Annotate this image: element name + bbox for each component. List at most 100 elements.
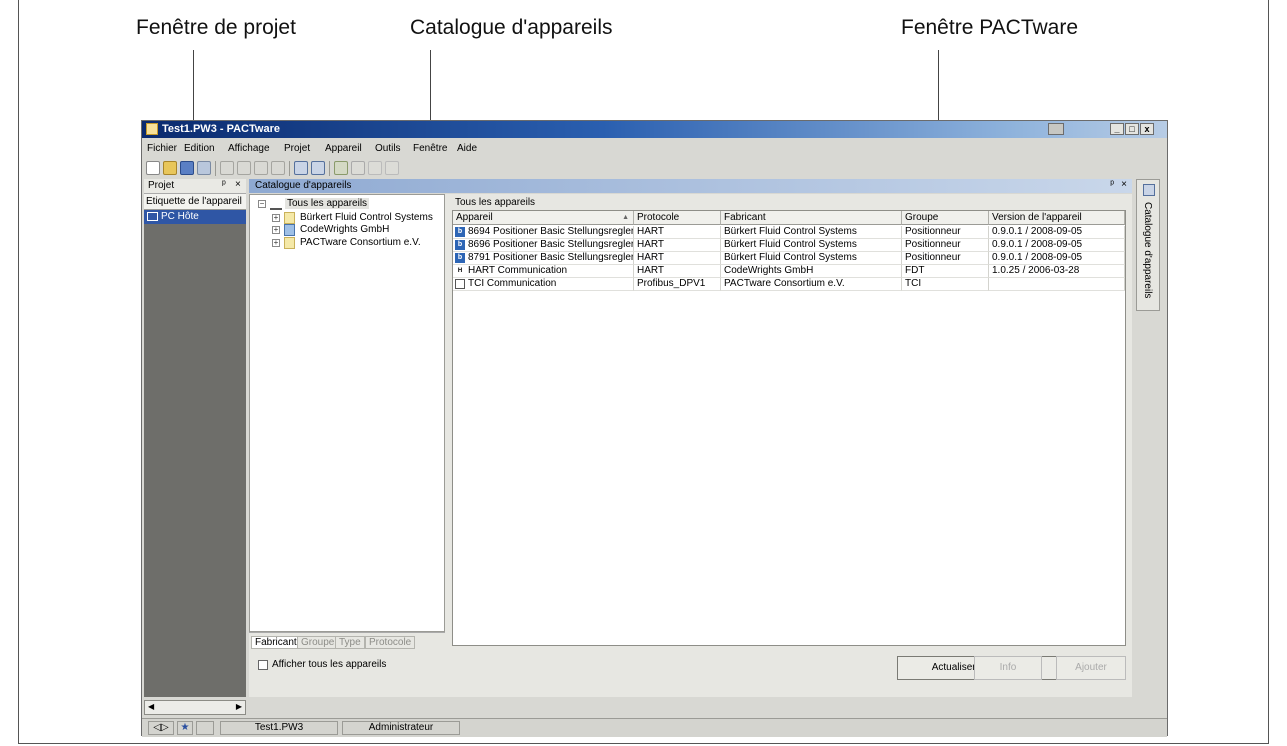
- column-header-appareil[interactable]: Appareil ▲: [453, 211, 634, 225]
- project-pane: Projet ᵖ × Etiquette de l'appareil PC Hô…: [144, 179, 246, 697]
- window-title: Test1.PW3 - PACTware: [162, 123, 280, 135]
- tab-protocole[interactable]: Protocole: [365, 636, 416, 649]
- connection-icon[interactable]: ◁▷: [148, 721, 174, 735]
- scroll-right-icon[interactable]: ▶: [236, 702, 242, 711]
- menu-appareil[interactable]: Appareil: [325, 143, 362, 154]
- cell-fabricant[interactable]: PACTware Consortium e.V.: [721, 278, 902, 291]
- cell-appareil: 8696 Positioner Basic Stellungsregler: [468, 239, 634, 250]
- maximize-button[interactable]: □: [1125, 123, 1139, 135]
- tab-type[interactable]: Type: [335, 636, 365, 649]
- tci-icon: [455, 279, 465, 289]
- cell-protocole[interactable]: HART: [634, 239, 721, 252]
- device-tree: − Tous les appareils + Bürkert Fluid Con…: [249, 194, 445, 632]
- menu-outils[interactable]: Outils: [375, 143, 401, 154]
- callout-project-window: Fenêtre de projet: [136, 16, 296, 39]
- cell-version[interactable]: 0.9.0.1 / 2008-09-05: [989, 239, 1125, 252]
- table-row[interactable]: TCI Communication: [453, 278, 634, 291]
- connect-icon[interactable]: [237, 161, 251, 175]
- project-column-header[interactable]: Etiquette de l'appareil: [144, 194, 246, 210]
- side-tab-device-catalog[interactable]: Catalogue d'appareils: [1136, 179, 1160, 311]
- device-list-caption: Tous les appareils: [455, 197, 536, 208]
- disconnect-icon[interactable]: [254, 161, 268, 175]
- project-view-icon[interactable]: [311, 161, 325, 175]
- remove-device-icon[interactable]: [351, 161, 365, 175]
- pane-close-icon[interactable]: ×: [235, 179, 241, 190]
- callout-pactware-window: Fenêtre PACTware: [901, 16, 1079, 39]
- cell-fabricant[interactable]: Bürkert Fluid Control Systems: [721, 252, 902, 265]
- menu-edition[interactable]: Edition: [184, 143, 215, 154]
- project-item-pc-host[interactable]: PC Hôte: [144, 210, 246, 224]
- cell-protocole[interactable]: HART: [634, 265, 721, 278]
- close-button[interactable]: x: [1140, 123, 1154, 135]
- cell-version[interactable]: [989, 278, 1125, 291]
- catalog-pane: − Tous les appareils + Bürkert Fluid Con…: [249, 194, 1132, 697]
- cell-groupe[interactable]: Positionneur: [902, 226, 989, 239]
- table-row[interactable]: b 8694 Positioner Basic Stellungsregler: [453, 226, 634, 239]
- tab-groupe[interactable]: Groupe: [297, 636, 339, 649]
- menu-fenetre[interactable]: Fenêtre: [413, 143, 447, 154]
- print-icon[interactable]: [1048, 123, 1064, 135]
- cell-version[interactable]: 0.9.0.1 / 2008-09-05: [989, 252, 1125, 265]
- pin-icon[interactable]: ᵖ: [222, 179, 226, 190]
- project-horizontal-scrollbar[interactable]: ◀ ▶: [144, 700, 246, 715]
- column-header-groupe[interactable]: Groupe: [902, 211, 989, 225]
- cell-groupe[interactable]: Positionneur: [902, 252, 989, 265]
- device-list-area: Tous les appareils Appareil ▲ Protocole …: [447, 194, 1132, 697]
- table-row[interactable]: b 8696 Positioner Basic Stellungsregler: [453, 239, 634, 252]
- menu-projet[interactable]: Projet: [284, 143, 310, 154]
- scroll-left-icon[interactable]: ◀: [148, 702, 154, 711]
- info-button[interactable]: Info: [974, 656, 1042, 680]
- project-item-label: PC Hôte: [161, 211, 199, 222]
- menu-aide[interactable]: Aide: [457, 143, 477, 154]
- device-catalog-icon[interactable]: [294, 161, 308, 175]
- cell-protocole[interactable]: HART: [634, 252, 721, 265]
- collapse-icon[interactable]: −: [258, 200, 266, 208]
- pane-close-icon[interactable]: ×: [1121, 179, 1127, 190]
- menu-affichage[interactable]: Affichage: [228, 143, 270, 154]
- cell-appareil: 8791 Positioner Basic Stellungsregler: [468, 252, 634, 263]
- cell-version[interactable]: 0.9.0.1 / 2008-09-05: [989, 226, 1125, 239]
- column-header-protocole[interactable]: Protocole: [634, 211, 721, 225]
- expand-icon[interactable]: +: [272, 214, 280, 222]
- burkert-device-icon: b: [455, 240, 465, 250]
- cell-protocole[interactable]: Profibus_DPV1: [634, 278, 721, 291]
- cell-groupe[interactable]: TCI: [902, 278, 989, 291]
- save-icon[interactable]: [180, 161, 194, 175]
- cell-fabricant[interactable]: Bürkert Fluid Control Systems: [721, 239, 902, 252]
- table-row[interactable]: b 8791 Positioner Basic Stellungsregler: [453, 252, 634, 265]
- window-icon[interactable]: [220, 161, 234, 175]
- print-toolbar-icon[interactable]: [197, 161, 211, 175]
- expand-icon[interactable]: +: [272, 239, 280, 247]
- tab-fabricant[interactable]: Fabricant: [251, 636, 301, 649]
- column-label: Appareil: [456, 212, 493, 223]
- cell-fabricant[interactable]: CodeWrights GmbH: [721, 265, 902, 278]
- new-icon[interactable]: [146, 161, 160, 175]
- column-header-fabricant[interactable]: Fabricant: [721, 211, 902, 225]
- catalog-pane-header: Catalogue d'appareils ᵖ ×: [249, 179, 1132, 193]
- cell-appareil: TCI Communication: [468, 278, 557, 289]
- pin-icon[interactable]: ᵖ: [1110, 179, 1114, 190]
- callout-device-catalog: Catalogue d'appareils: [410, 16, 613, 39]
- column-header-version[interactable]: Version de l'appareil: [989, 211, 1125, 225]
- open-folder-icon[interactable]: [163, 161, 177, 175]
- cell-fabricant[interactable]: Bürkert Fluid Control Systems: [721, 226, 902, 239]
- add-button[interactable]: Ajouter: [1056, 656, 1126, 680]
- add-device-icon[interactable]: [334, 161, 348, 175]
- expand-icon[interactable]: +: [272, 226, 280, 234]
- reload-icon[interactable]: [271, 161, 285, 175]
- star-icon[interactable]: ★: [177, 721, 193, 735]
- tree-node-label: Bürkert Fluid Control Systems: [300, 212, 433, 223]
- cell-appareil: HART Communication: [468, 265, 568, 276]
- cell-version[interactable]: 1.0.25 / 2006-03-28: [989, 265, 1125, 278]
- table-row[interactable]: H HART Communication: [453, 265, 634, 278]
- cell-groupe[interactable]: FDT: [902, 265, 989, 278]
- minimize-button[interactable]: _: [1110, 123, 1124, 135]
- menu-fichier[interactable]: Fichier: [147, 143, 177, 154]
- tree-node-label: CodeWrights GmbH: [300, 224, 390, 235]
- folder-icon: [284, 212, 295, 224]
- download-icon[interactable]: [385, 161, 399, 175]
- cell-protocole[interactable]: HART: [634, 226, 721, 239]
- cell-groupe[interactable]: Positionneur: [902, 239, 989, 252]
- show-all-devices-checkbox[interactable]: [258, 660, 268, 670]
- upload-icon[interactable]: [368, 161, 382, 175]
